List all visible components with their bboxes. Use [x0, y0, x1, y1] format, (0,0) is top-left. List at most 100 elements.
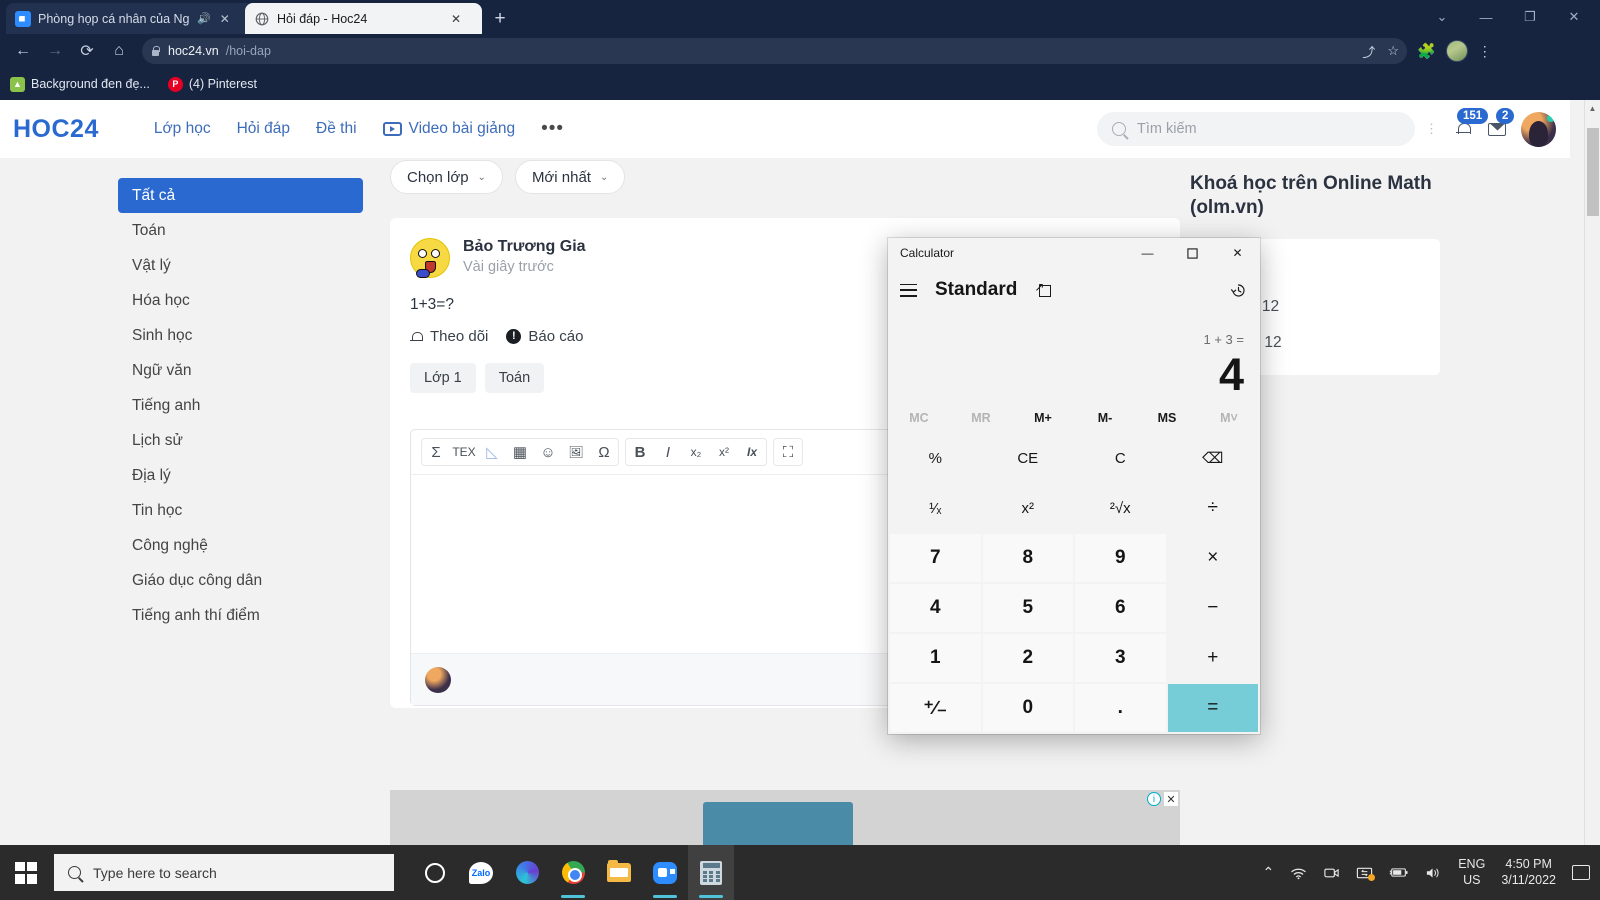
notifications-button[interactable]: 151	[1446, 108, 1489, 146]
display-icon[interactable]	[1356, 866, 1376, 881]
key-4[interactable]: 4	[890, 584, 981, 632]
advertisement[interactable]: QUẢNG i ✕	[390, 790, 1180, 845]
browser-profile-avatar[interactable]	[1445, 40, 1468, 62]
messages-button[interactable]: 2	[1480, 108, 1515, 146]
follow-button[interactable]: Theo dõi	[410, 328, 488, 345]
sidebar-item-lich-su[interactable]: Lịch sử	[118, 423, 363, 458]
clock[interactable]: 4:50 PM 3/11/2022	[1501, 857, 1556, 888]
calculator-close-button[interactable]: ✕	[1215, 238, 1260, 268]
report-button[interactable]: ! Báo cáo	[506, 328, 583, 345]
home-button[interactable]: ⌂	[104, 36, 134, 66]
key-equals[interactable]: =	[1167, 684, 1258, 732]
calculator-minimize-button[interactable]: —	[1125, 238, 1170, 268]
nav-more-icon[interactable]: •••	[541, 120, 564, 138]
camera-icon[interactable]	[1323, 866, 1340, 880]
extensions-icon[interactable]: 🧩	[1417, 42, 1436, 60]
question-author-avatar[interactable]	[410, 238, 450, 278]
taskbar-app-zoom[interactable]	[642, 845, 688, 900]
calculator-titlebar[interactable]: Calculator — ✕	[888, 238, 1260, 268]
sidebar-item-gdcd[interactable]: Giáo dục công dân	[118, 563, 363, 598]
key-clear[interactable]: C	[1075, 434, 1166, 482]
memory-clear-button[interactable]: MC	[888, 411, 950, 425]
emoji-icon[interactable]: ☺	[534, 439, 562, 465]
share-icon[interactable]: ⤴	[1362, 42, 1375, 61]
sidebar-item-ngu-van[interactable]: Ngữ văn	[118, 353, 363, 388]
key-8[interactable]: 8	[982, 534, 1073, 582]
reload-button[interactable]: ⟳	[72, 36, 102, 66]
image-upload-icon[interactable]: 🖼	[562, 439, 590, 465]
table-icon[interactable]: ▦	[506, 439, 534, 465]
sidebar-item-cong-nghe[interactable]: Công nghệ	[118, 528, 363, 563]
tex-icon[interactable]: TEX	[450, 439, 478, 465]
hamburger-icon[interactable]	[900, 283, 917, 297]
bookmark-star-icon[interactable]: ☆	[1387, 43, 1399, 59]
key-2[interactable]: 2	[982, 634, 1073, 682]
filter-chon-lop[interactable]: Chọn lớp ⌄	[390, 160, 503, 194]
key-clear-entry[interactable]: CE	[982, 434, 1073, 482]
volume-icon[interactable]	[1425, 866, 1442, 880]
start-button[interactable]	[0, 845, 52, 900]
key-3[interactable]: 3	[1075, 634, 1166, 682]
ad-info-icon[interactable]: i	[1147, 792, 1161, 806]
scrollbar-thumb[interactable]	[1587, 128, 1599, 216]
taskbar-app-edge[interactable]	[504, 845, 550, 900]
ad-close-icon[interactable]: ✕	[1164, 792, 1178, 806]
key-square[interactable]: x²	[982, 484, 1073, 532]
keep-on-top-icon[interactable]	[1034, 280, 1052, 297]
sidebar-item-toan[interactable]: Toán	[118, 213, 363, 248]
key-5[interactable]: 5	[982, 584, 1073, 632]
italic-icon[interactable]: I	[654, 439, 682, 465]
key-6[interactable]: 6	[1075, 584, 1166, 632]
sidebar-item-tin-hoc[interactable]: Tin học	[118, 493, 363, 528]
browser-tab-0[interactable]: Phòng họp cá nhân của Ngô 🔊 ✕	[6, 3, 260, 34]
bold-icon[interactable]: B	[626, 439, 654, 465]
key-multiply[interactable]: ×	[1167, 534, 1258, 582]
sidebar-item-dia-ly[interactable]: Địa lý	[118, 458, 363, 493]
backspace-icon[interactable]: ⌫	[1167, 434, 1258, 482]
browser-menu-icon[interactable]: ⋮	[1478, 43, 1492, 58]
subscript-icon[interactable]: x₂	[682, 439, 710, 465]
taskbar-app-calculator[interactable]	[688, 845, 734, 900]
forward-button[interactable]: →	[40, 36, 70, 66]
question-tag[interactable]: Lớp 1	[410, 363, 476, 393]
omega-icon[interactable]: Ω	[590, 439, 618, 465]
ad-creative[interactable]	[703, 802, 853, 845]
tab-audio-icon[interactable]: 🔊	[197, 12, 211, 25]
superscript-icon[interactable]: x²	[710, 439, 738, 465]
key-7[interactable]: 7	[890, 534, 981, 582]
sigma-icon[interactable]: Σ	[422, 439, 450, 465]
sidebar-item-tieng-anh[interactable]: Tiếng anh	[118, 388, 363, 423]
memory-add-button[interactable]: M+	[1012, 411, 1074, 425]
notification-icon[interactable]	[1572, 865, 1590, 880]
page-scrollbar[interactable]: ▲	[1584, 100, 1600, 845]
sidebar-item-hoa-hoc[interactable]: Hóa học	[118, 283, 363, 318]
geometry-icon[interactable]: ◺	[478, 439, 506, 465]
sidebar-item-tieng-anh-td[interactable]: Tiếng anh thí điểm	[118, 598, 363, 633]
tray-chevron-up-icon[interactable]: ⌃	[1262, 864, 1274, 881]
taskbar-app-cortana[interactable]	[412, 845, 458, 900]
sidebar-item-vat-ly[interactable]: Vật lý	[118, 248, 363, 283]
nav-item-de-thi[interactable]: Đề thi	[316, 120, 357, 138]
language-indicator[interactable]: ENG US	[1458, 857, 1485, 888]
history-icon[interactable]	[1228, 280, 1248, 300]
nav-item-lop-hoc[interactable]: Lớp học	[154, 120, 211, 138]
bookmark-item[interactable]: ▲ Background đen đẹ...	[10, 76, 150, 92]
taskbar-search-input[interactable]: Type here to search	[54, 854, 394, 891]
taskbar-app-zalo[interactable]: Zalo	[458, 845, 504, 900]
question-author-name[interactable]: Bảo Trương Gia	[463, 238, 586, 256]
bookmark-item[interactable]: P (4) Pinterest	[167, 76, 257, 92]
question-tag[interactable]: Toán	[484, 363, 545, 393]
key-9[interactable]: 9	[1075, 534, 1166, 582]
key-decimal[interactable]: .	[1075, 684, 1166, 732]
tab-search-chevron-icon[interactable]: ⌄	[1420, 0, 1464, 34]
memory-recall-button[interactable]: MR	[950, 411, 1012, 425]
calculator-maximize-button[interactable]	[1170, 238, 1215, 268]
memory-subtract-button[interactable]: M-	[1074, 411, 1136, 425]
window-restore-button[interactable]: ❐	[1508, 0, 1552, 34]
key-reciprocal[interactable]: ¹⁄ₓ	[890, 484, 981, 532]
battery-icon[interactable]	[1389, 866, 1409, 879]
calculator-window[interactable]: Calculator — ✕ Standard 1 + 3 = 4 MC MR	[888, 238, 1260, 734]
key-1[interactable]: 1	[890, 634, 981, 682]
nav-item-video[interactable]: Video bài giảng	[382, 120, 515, 138]
window-close-button[interactable]: ✕	[1552, 0, 1596, 34]
